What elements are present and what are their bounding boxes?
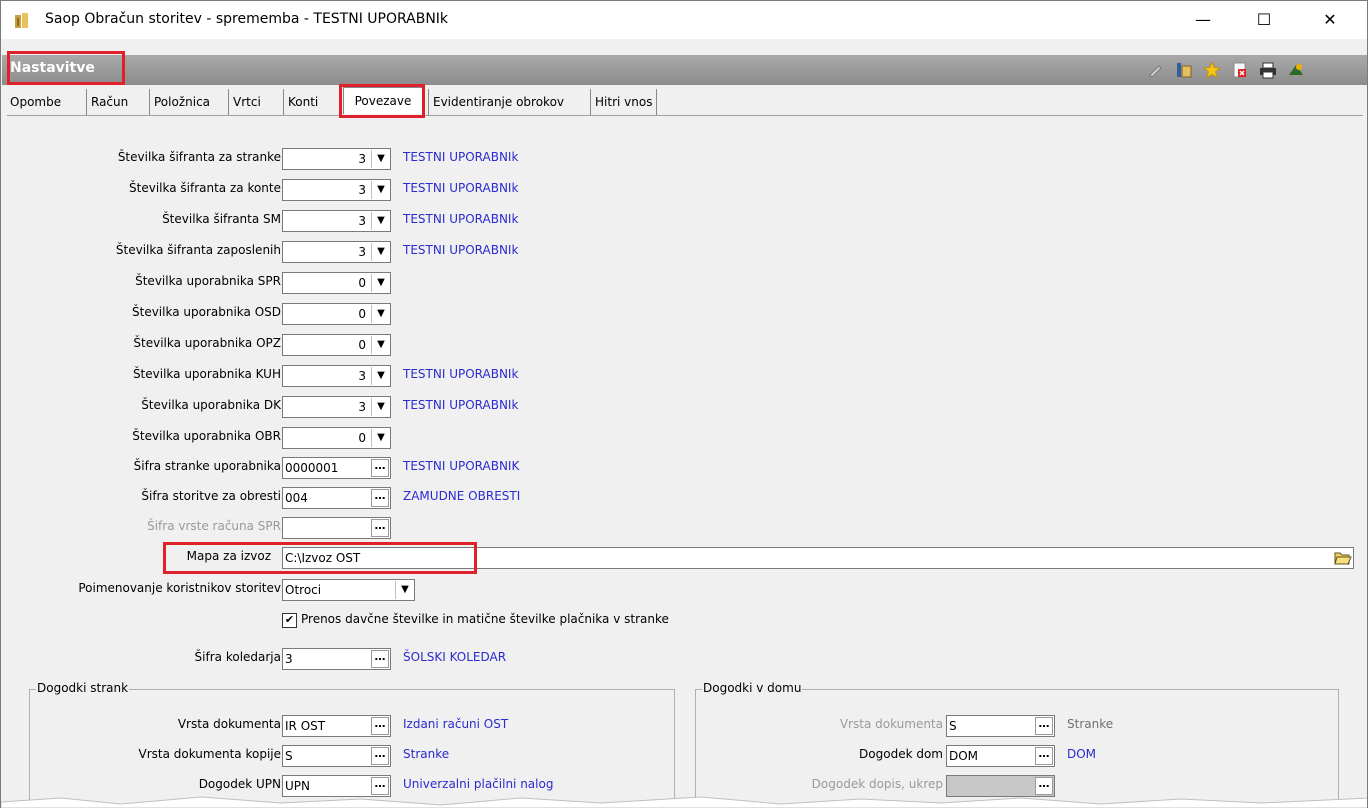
tab-opombe[interactable]: Opombe: [6, 89, 65, 115]
tab-vrtci[interactable]: Vrtci: [228, 89, 265, 115]
ellipsis-button[interactable]: …: [371, 777, 389, 795]
ellipsis-button[interactable]: …: [1035, 717, 1053, 735]
lookup-link[interactable]: TESTNI UPORABNIK: [403, 459, 519, 473]
group-row-label: Vrsta dokumenta: [177, 717, 281, 731]
chevron-down-icon[interactable]: ▼: [371, 367, 390, 385]
folder-open-icon[interactable]: [1334, 550, 1352, 566]
tab-polozница[interactable]: Položnica: [149, 89, 214, 115]
row-link[interactable]: TESTNI UPORABNIk: [403, 367, 518, 381]
chevron-down-icon[interactable]: ▼: [371, 150, 390, 168]
chevron-down-icon[interactable]: ▼: [371, 212, 390, 230]
row-label: Številka uporabnika OSD: [132, 305, 281, 319]
edit-icon[interactable]: [1147, 61, 1165, 79]
ellipsis-button[interactable]: …: [371, 650, 389, 668]
settings-panel: Številka šifranta za stranke 3 ▼ TESTNI UPO…: [7, 115, 1363, 808]
group-row-link[interactable]: DOM: [1067, 747, 1096, 761]
close-button[interactable]: ✕: [1307, 1, 1353, 39]
ellipsis-button[interactable]: …: [371, 489, 389, 507]
tab-racun[interactable]: Račun: [86, 89, 132, 115]
row-label: Številka uporabnika OBR: [132, 429, 281, 443]
row-link[interactable]: TESTNI UPORABNIk: [403, 212, 518, 226]
row-label: Številka šifranta SM: [162, 212, 281, 226]
ellipsis-button[interactable]: …: [1035, 747, 1053, 765]
calendar-link[interactable]: ŠOLSKI KOLEDAR: [403, 650, 506, 664]
lookup-label: Šifra stranke uporabnika: [133, 459, 281, 473]
group-row-link[interactable]: Univerzalni plačilni nalog: [403, 777, 553, 791]
maximize-button[interactable]: ☐: [1241, 1, 1287, 39]
tab-evidentiranje-obrokov[interactable]: Evidentiranje obrokov: [428, 89, 568, 115]
title-bar: Saop Obračun storitev - sprememba - TEST…: [1, 0, 1367, 39]
group-row-label: Dogodek UPN: [198, 777, 281, 791]
row-label: Številka šifranta za konte: [129, 181, 281, 195]
chevron-down-icon[interactable]: ▼: [371, 274, 390, 292]
print-icon[interactable]: [1259, 61, 1277, 79]
chevron-down-icon[interactable]: ▼: [371, 243, 390, 261]
group-row-label: Vrsta dokumenta: [839, 717, 943, 731]
star-icon[interactable]: [1203, 61, 1221, 79]
minimize-button[interactable]: —: [1180, 1, 1226, 39]
exit-icon[interactable]: [1287, 61, 1305, 79]
row-label: Številka šifranta za stranke: [117, 150, 281, 164]
row-label: Številka šifranta zaposlenih: [115, 243, 281, 257]
app-icon: [15, 13, 28, 28]
columns-icon[interactable]: [1175, 61, 1193, 79]
ellipsis-button[interactable]: …: [371, 747, 389, 765]
calendar-label: Šifra koledarja: [194, 650, 281, 664]
delete-icon[interactable]: [1231, 61, 1249, 79]
row-label: Številka uporabnika OPZ: [133, 336, 281, 350]
section-header: Nastavitve: [2, 55, 1367, 85]
lookup-label: Šifra storitve za obresti: [141, 489, 281, 503]
chevron-down-icon[interactable]: ▼: [371, 398, 390, 416]
chevron-down-icon[interactable]: ▼: [371, 181, 390, 199]
group-row-link[interactable]: Izdani računi OST: [403, 717, 508, 731]
group-row-label: Dogodek dopis, ukrep: [811, 777, 943, 791]
group-row-link[interactable]: Stranke: [403, 747, 449, 761]
torn-edge: [1, 796, 1367, 808]
group-title: Dogodki strank: [36, 681, 130, 695]
group-row-label: Vrsta dokumenta kopije: [138, 747, 282, 761]
tab-konti[interactable]: Konti: [283, 89, 322, 115]
highlight-box: [339, 84, 425, 118]
group-row-link[interactable]: Stranke: [1067, 717, 1113, 731]
chevron-down-icon[interactable]: ▼: [371, 336, 390, 354]
lookup-link[interactable]: ZAMUDNE OBRESTI: [403, 489, 520, 503]
row-link[interactable]: TESTNI UPORABNIk: [403, 150, 518, 164]
transfer-checkbox-label: Prenos davčne številke in matične števil…: [301, 612, 669, 626]
row-label: Številka uporabnika SPR: [135, 274, 281, 288]
tab-hitri-vnos[interactable]: Hitri vnos: [590, 89, 658, 115]
group-row-label: Dogodek dom: [859, 747, 943, 761]
row-link[interactable]: TESTNI UPORABNIk: [403, 398, 518, 412]
row-link[interactable]: TESTNI UPORABNIk: [403, 181, 518, 195]
chevron-down-icon[interactable]: ▼: [395, 581, 414, 599]
window-title: Saop Obračun storitev - sprememba - TEST…: [45, 11, 449, 27]
highlight-box: [7, 51, 125, 85]
row-label: Številka uporabnika DK: [141, 398, 281, 412]
row-link[interactable]: TESTNI UPORABNIk: [403, 243, 518, 257]
highlight-box: [163, 542, 477, 574]
lookup-label: Šifra vrste računa SPR: [147, 519, 281, 533]
naming-label: Poimenovanje koristnikov storitev: [78, 581, 281, 595]
ellipsis-button[interactable]: …: [371, 459, 389, 477]
transfer-checkbox[interactable]: ✔: [282, 613, 297, 628]
chevron-down-icon[interactable]: ▼: [371, 305, 390, 323]
ellipsis-button[interactable]: …: [371, 717, 389, 735]
ellipsis-button[interactable]: …: [371, 519, 389, 537]
tab-bar: Opombe Račun Položnica Vrtci Konti Povez…: [2, 87, 1367, 117]
row-label: Številka uporabnika KUH: [132, 367, 281, 381]
chevron-down-icon[interactable]: ▼: [371, 429, 390, 447]
ellipsis-button[interactable]: …: [1035, 777, 1053, 795]
group-title: Dogodki v domu: [702, 681, 803, 695]
app-window: Saop Obračun storitev - sprememba - TEST…: [0, 0, 1368, 808]
